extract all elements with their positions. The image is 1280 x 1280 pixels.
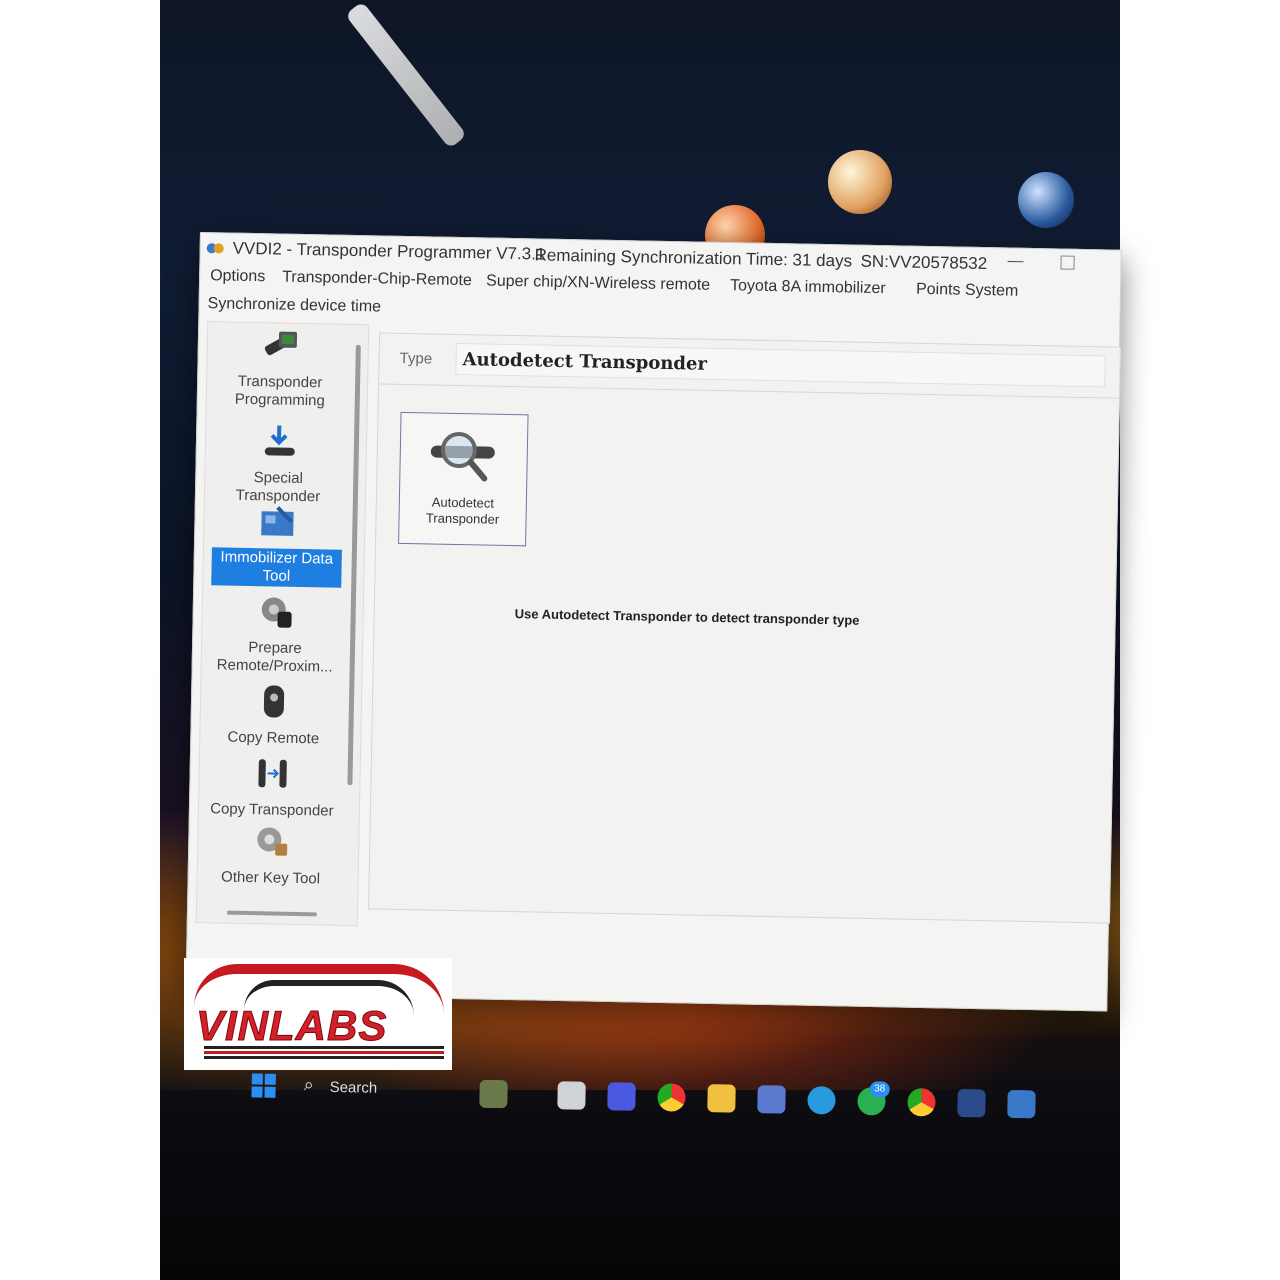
prepare-remote-icon bbox=[261, 597, 292, 628]
copy-transponder-icon bbox=[258, 759, 287, 788]
sidebar-hscrollbar[interactable] bbox=[226, 910, 317, 917]
whatsapp-badge: 38 bbox=[869, 1081, 890, 1098]
edge-icon[interactable] bbox=[807, 1086, 836, 1115]
wallpaper-bubble bbox=[1018, 172, 1074, 228]
minimize-button[interactable]: — bbox=[1000, 252, 1030, 273]
menu-super-chip[interactable]: Super chip/XN-Wireless remote bbox=[486, 273, 710, 295]
maximize-button[interactable] bbox=[1060, 255, 1075, 270]
magnifier-icon bbox=[430, 432, 495, 482]
immobilizer-data-tool-icon bbox=[261, 506, 294, 536]
chrome-icon[interactable] bbox=[657, 1083, 686, 1112]
type-row: Type Autodetect Transponder bbox=[379, 333, 1120, 399]
store-icon[interactable] bbox=[757, 1085, 786, 1114]
autodetect-transponder-tile[interactable]: Autodetect Transponder bbox=[398, 411, 529, 547]
wallpaper-bubble bbox=[828, 150, 892, 214]
menu-transponder-chip-remote[interactable]: Transponder-Chip-Remote bbox=[282, 269, 472, 291]
sidebar-item-immobilizer-data-tool[interactable]: Immobilizer Data Tool bbox=[211, 502, 343, 588]
sidebar-item-special-transponder[interactable]: Special Transponder bbox=[213, 422, 345, 507]
sidebar-scrollbar[interactable] bbox=[347, 345, 361, 786]
sidebar-item-label: Transponder Programming bbox=[234, 372, 325, 410]
weather-widget-icon[interactable] bbox=[479, 1079, 508, 1109]
tile-label: Autodetect Transponder bbox=[425, 494, 500, 527]
sync-status: Remaining Synchronization Time: 31 days bbox=[534, 245, 853, 271]
hint-text: Use Autodetect Transponder to detect tra… bbox=[514, 606, 860, 628]
sidebar-item-label: Other Key Tool bbox=[220, 868, 321, 888]
sidebar-item-copy-transponder[interactable]: Copy Transponder bbox=[207, 754, 338, 821]
logo-text: VINLABS bbox=[195, 1002, 388, 1050]
copy-remote-icon bbox=[263, 685, 285, 718]
sidebar-item-label: Copy Transponder bbox=[210, 800, 334, 820]
sidebar-item-prepare-remote[interactable]: Prepare Remote/Proxim... bbox=[209, 592, 341, 677]
serial-number: SN:VV20578532 bbox=[860, 251, 988, 274]
taskbar-search[interactable]: Search bbox=[329, 1079, 377, 1097]
sidebar-item-transponder-programming[interactable]: Transponder Programming bbox=[215, 326, 347, 411]
snipping-tool-icon[interactable] bbox=[957, 1088, 986, 1118]
menu-points-system[interactable]: Points System bbox=[916, 281, 1019, 301]
main-panel: Type Autodetect Transponder Autodetect T… bbox=[368, 332, 1121, 924]
logo-stripes bbox=[204, 1046, 444, 1060]
search-icon[interactable]: ⌕ bbox=[303, 1074, 314, 1095]
vinlabs-logo: VINLABS bbox=[184, 958, 452, 1070]
light-streak bbox=[345, 1, 467, 149]
app-window: VVDI2 - Transponder Programmer V7.3.1 Re… bbox=[185, 232, 1122, 1012]
menu-options[interactable]: Options bbox=[210, 267, 265, 286]
other-key-tool-icon bbox=[257, 827, 288, 856]
special-transponder-icon bbox=[264, 425, 295, 456]
sidebar-item-copy-remote[interactable]: Copy Remote bbox=[208, 682, 339, 749]
meet-icon[interactable] bbox=[607, 1082, 636, 1111]
sidebar: Transponder Programming Special Transpon… bbox=[195, 321, 370, 927]
window-title: VVDI2 - Transponder Programmer V7.3.1 bbox=[232, 238, 546, 264]
sidebar-item-label: Immobilizer Data Tool bbox=[211, 547, 342, 588]
sidebar-item-other-key-tool[interactable]: Other Key Tool bbox=[205, 822, 336, 889]
chrome-profile-icon[interactable] bbox=[907, 1087, 936, 1117]
file-explorer-icon[interactable] bbox=[707, 1084, 736, 1113]
sidebar-item-label: Prepare Remote/Proxim... bbox=[216, 639, 333, 676]
vvdi-app-icon bbox=[207, 241, 225, 255]
task-view-icon[interactable] bbox=[557, 1081, 586, 1110]
menu-synchronize-device-time[interactable]: Synchronize device time bbox=[207, 295, 381, 316]
vvdi-taskbar-icon[interactable] bbox=[1007, 1089, 1036, 1119]
windows-start-icon[interactable] bbox=[251, 1073, 276, 1098]
sidebar-item-label: Copy Remote bbox=[227, 728, 320, 748]
transponder-programming-icon bbox=[264, 331, 298, 356]
type-label: Type bbox=[399, 349, 433, 368]
type-value: Autodetect Transponder bbox=[455, 342, 1106, 388]
menu-toyota-8a[interactable]: Toyota 8A immobilizer bbox=[730, 277, 886, 298]
